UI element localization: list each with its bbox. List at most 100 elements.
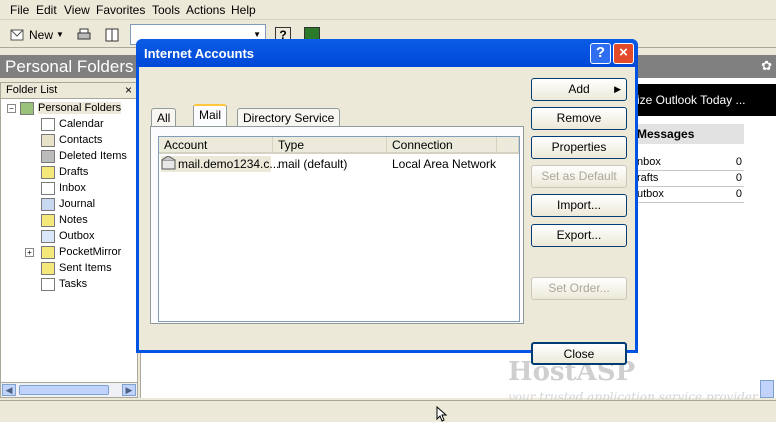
accounts-list[interactable]: Account Type Connection mail.demo1234.c.… xyxy=(158,136,520,322)
close-icon[interactable]: × xyxy=(613,43,634,64)
export-button[interactable]: Export... xyxy=(531,224,627,247)
tree-root-label: Personal Folders xyxy=(38,102,122,114)
tab-all[interactable]: All xyxy=(151,108,177,128)
menu-favorites[interactable]: Favorites xyxy=(96,3,145,17)
folder-list-header: Folder List × xyxy=(0,82,138,99)
tree-item-calendar[interactable]: Calendar xyxy=(41,116,104,132)
column-header-account[interactable]: Account xyxy=(159,137,273,154)
table-row-type[interactable]: mail (default) xyxy=(278,156,347,172)
menu-help[interactable]: Help xyxy=(231,3,256,17)
close-button[interactable]: Close xyxy=(531,342,627,365)
expand-icon[interactable]: + xyxy=(25,247,34,257)
set-as-default-button[interactable]: Set as Default xyxy=(531,165,627,188)
menu-bar: File Edit View Favorites Tools Actions H… xyxy=(0,0,776,20)
add-button-label: Add xyxy=(568,82,590,96)
dialog-title: Internet Accounts xyxy=(144,45,255,61)
personal-folders-icon xyxy=(20,101,34,115)
calendar-icon xyxy=(41,117,55,131)
properties-button[interactable]: Properties xyxy=(531,136,627,159)
tree-item-label: Drafts xyxy=(59,166,89,178)
tree-item-journal[interactable]: Journal xyxy=(41,196,95,212)
contacts-icon xyxy=(41,133,55,147)
dialog-body: All Mail Directory Service Account Type … xyxy=(139,67,635,365)
folder-list-close-icon[interactable]: × xyxy=(125,83,132,98)
message-folder-name: nbox xyxy=(637,156,661,168)
message-count: 0 xyxy=(735,188,742,200)
new-button[interactable]: New ▼ xyxy=(10,24,64,45)
message-folder-name: rafts xyxy=(637,172,659,184)
tree-item-pocketmirror[interactable]: + PocketMirror xyxy=(25,244,121,260)
right-scrollbar[interactable] xyxy=(760,380,774,398)
scroll-thumb[interactable] xyxy=(19,385,109,395)
menu-view[interactable]: View xyxy=(64,3,90,17)
scroll-right-icon[interactable]: ▶ xyxy=(122,384,136,396)
tree-item-outbox[interactable]: Outbox xyxy=(41,228,94,244)
message-row-inbox[interactable]: nbox 0 xyxy=(637,155,744,171)
folder-horizontal-scrollbar[interactable]: ◀ ▶ xyxy=(0,382,138,398)
journal-icon xyxy=(41,197,55,211)
column-header-filler xyxy=(497,137,519,154)
address-book-button[interactable] xyxy=(104,24,120,45)
customize-outlook-today-link[interactable]: ize Outlook Today ... xyxy=(637,84,776,116)
tree-item-inbox[interactable]: Inbox xyxy=(41,180,86,196)
tree-item-label: PocketMirror xyxy=(59,246,122,258)
folder-icon xyxy=(41,245,55,259)
message-row-drafts[interactable]: rafts 0 xyxy=(637,171,744,187)
column-header-connection[interactable]: Connection xyxy=(387,137,497,154)
tree-item-contacts[interactable]: Contacts xyxy=(41,132,102,148)
right-pane-header: ✿ xyxy=(637,55,776,78)
tree-item-tasks[interactable]: Tasks xyxy=(41,276,87,292)
folder-list-title: Folder List xyxy=(6,84,58,96)
tab-mail[interactable]: Mail xyxy=(193,104,228,127)
sent-items-icon xyxy=(41,261,55,275)
tree-item-deleted-items[interactable]: Deleted Items xyxy=(41,148,127,164)
tree-item-label: Journal xyxy=(59,198,96,210)
internet-accounts-dialog: Internet Accounts ? × All Mail Directory… xyxy=(136,39,638,365)
collapse-icon[interactable]: − xyxy=(7,103,16,113)
deleted-items-icon xyxy=(41,149,55,163)
folder-tree: − Personal Folders Calendar Contacts Del… xyxy=(0,99,138,382)
remove-button[interactable]: Remove xyxy=(531,107,627,130)
drafts-icon xyxy=(41,165,55,179)
menu-tools[interactable]: Tools xyxy=(152,3,180,17)
add-button[interactable]: Add ▶ xyxy=(531,78,627,101)
tab-directory-service[interactable]: Directory Service xyxy=(237,108,341,128)
print-button[interactable] xyxy=(76,24,92,45)
menu-actions[interactable]: Actions xyxy=(186,3,225,17)
chevron-down-icon[interactable]: ▼ xyxy=(56,30,64,39)
table-row-connection[interactable]: Local Area Network xyxy=(392,156,496,172)
tree-item-sent-items[interactable]: Sent Items xyxy=(41,260,112,276)
table-row-account[interactable]: mail.demo1234.c... xyxy=(178,156,279,172)
help-icon[interactable]: ? xyxy=(590,43,611,64)
menu-edit[interactable]: Edit xyxy=(36,3,57,17)
personal-folders-header: Personal Folders xyxy=(0,55,140,78)
column-header-type[interactable]: Type xyxy=(273,137,387,154)
tree-item-label: Tasks xyxy=(59,278,88,290)
outbox-icon xyxy=(41,229,55,243)
message-row-outbox[interactable]: utbox 0 xyxy=(637,187,744,203)
tree-item-label: Notes xyxy=(59,214,88,226)
tree-item-drafts[interactable]: Drafts xyxy=(41,164,88,180)
tree-item-label: Sent Items xyxy=(59,262,112,274)
message-count: 0 xyxy=(735,172,742,184)
address-book-icon xyxy=(104,27,120,43)
tree-root[interactable]: − Personal Folders xyxy=(7,100,122,116)
chevron-down-icon[interactable]: ▼ xyxy=(253,30,261,39)
personal-folders-icon: ✿ xyxy=(761,58,772,73)
notes-icon xyxy=(41,213,55,227)
message-folder-name: utbox xyxy=(637,188,664,200)
tree-item-label: Inbox xyxy=(59,182,86,194)
mail-account-icon xyxy=(161,155,177,172)
tree-item-notes[interactable]: Notes xyxy=(41,212,88,228)
tasks-icon xyxy=(41,277,55,291)
scroll-left-icon[interactable]: ◀ xyxy=(2,384,16,396)
printer-icon xyxy=(76,27,92,43)
message-count: 0 xyxy=(735,156,742,168)
new-mail-icon xyxy=(10,27,26,43)
set-order-button[interactable]: Set Order... xyxy=(531,277,627,300)
new-button-label: New xyxy=(29,27,54,42)
tree-item-label: Calendar xyxy=(59,118,104,130)
menu-file[interactable]: File xyxy=(10,3,29,17)
dialog-title-bar[interactable]: Internet Accounts ? × xyxy=(136,39,638,67)
import-button[interactable]: Import... xyxy=(531,194,627,217)
